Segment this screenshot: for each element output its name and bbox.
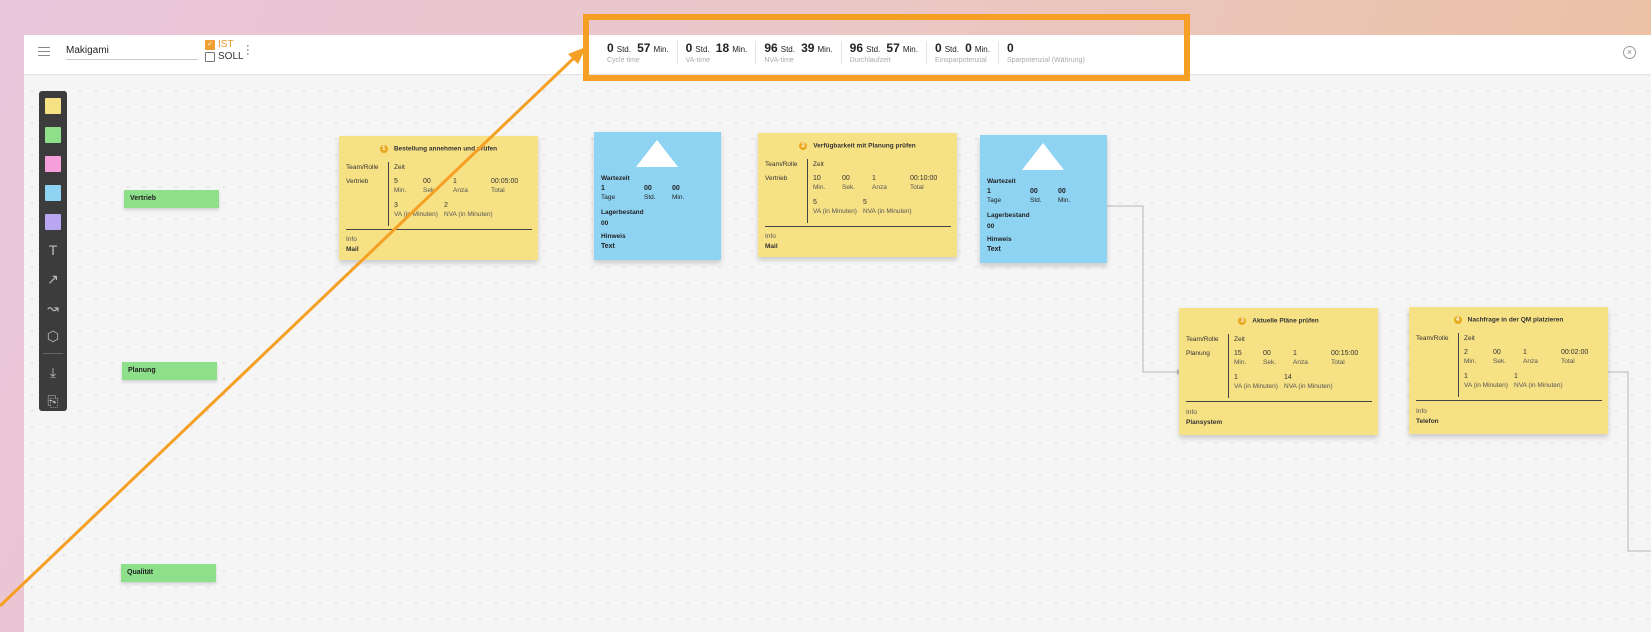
annotation-arrow-line — [0, 54, 578, 608]
highlight-box — [583, 14, 1190, 81]
annotation-overlay — [0, 14, 1190, 608]
